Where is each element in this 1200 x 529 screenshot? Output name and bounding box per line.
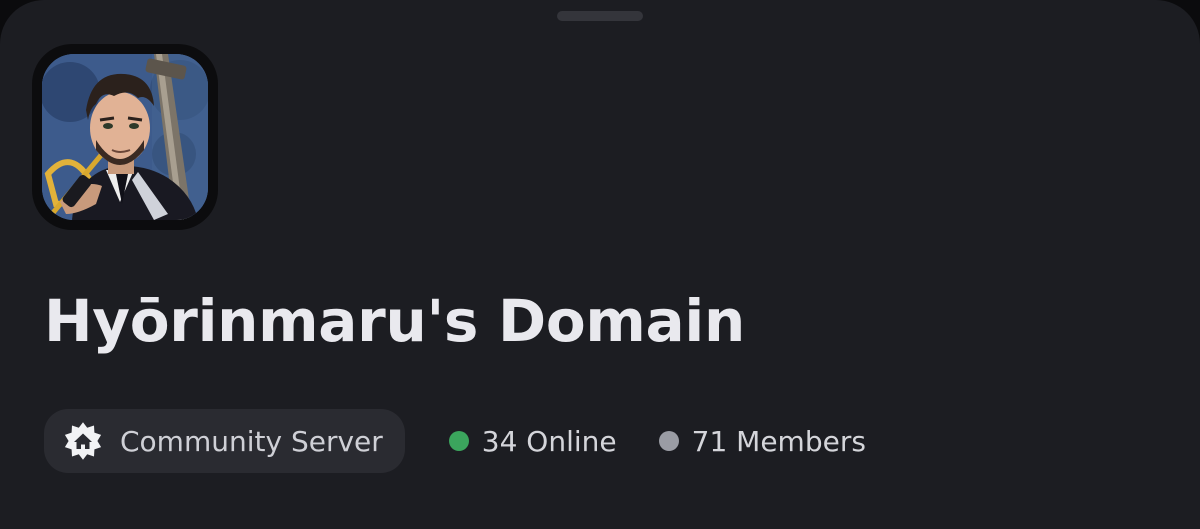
server-avatar[interactable] [42, 54, 208, 220]
server-stats-row: Community Server 34 Online 71 Members [44, 409, 866, 473]
community-home-icon [60, 418, 106, 464]
member-count: 71 Members [658, 424, 866, 458]
server-info-sheet: Hyōrinmaru's Domain Community Server 34 … [0, 0, 1200, 529]
online-count: 34 Online [448, 424, 617, 458]
server-avatar-frame [32, 44, 218, 230]
member-count-label: 71 Members [691, 424, 866, 458]
avatar-portrait-image [42, 54, 208, 220]
community-server-label: Community Server [120, 424, 383, 458]
online-count-label: 34 Online [481, 424, 617, 458]
members-status-dot [658, 431, 679, 451]
drag-handle[interactable] [557, 11, 643, 21]
online-status-dot [448, 431, 469, 451]
server-name: Hyōrinmaru's Domain [44, 287, 745, 355]
community-server-badge[interactable]: Community Server [44, 409, 405, 473]
